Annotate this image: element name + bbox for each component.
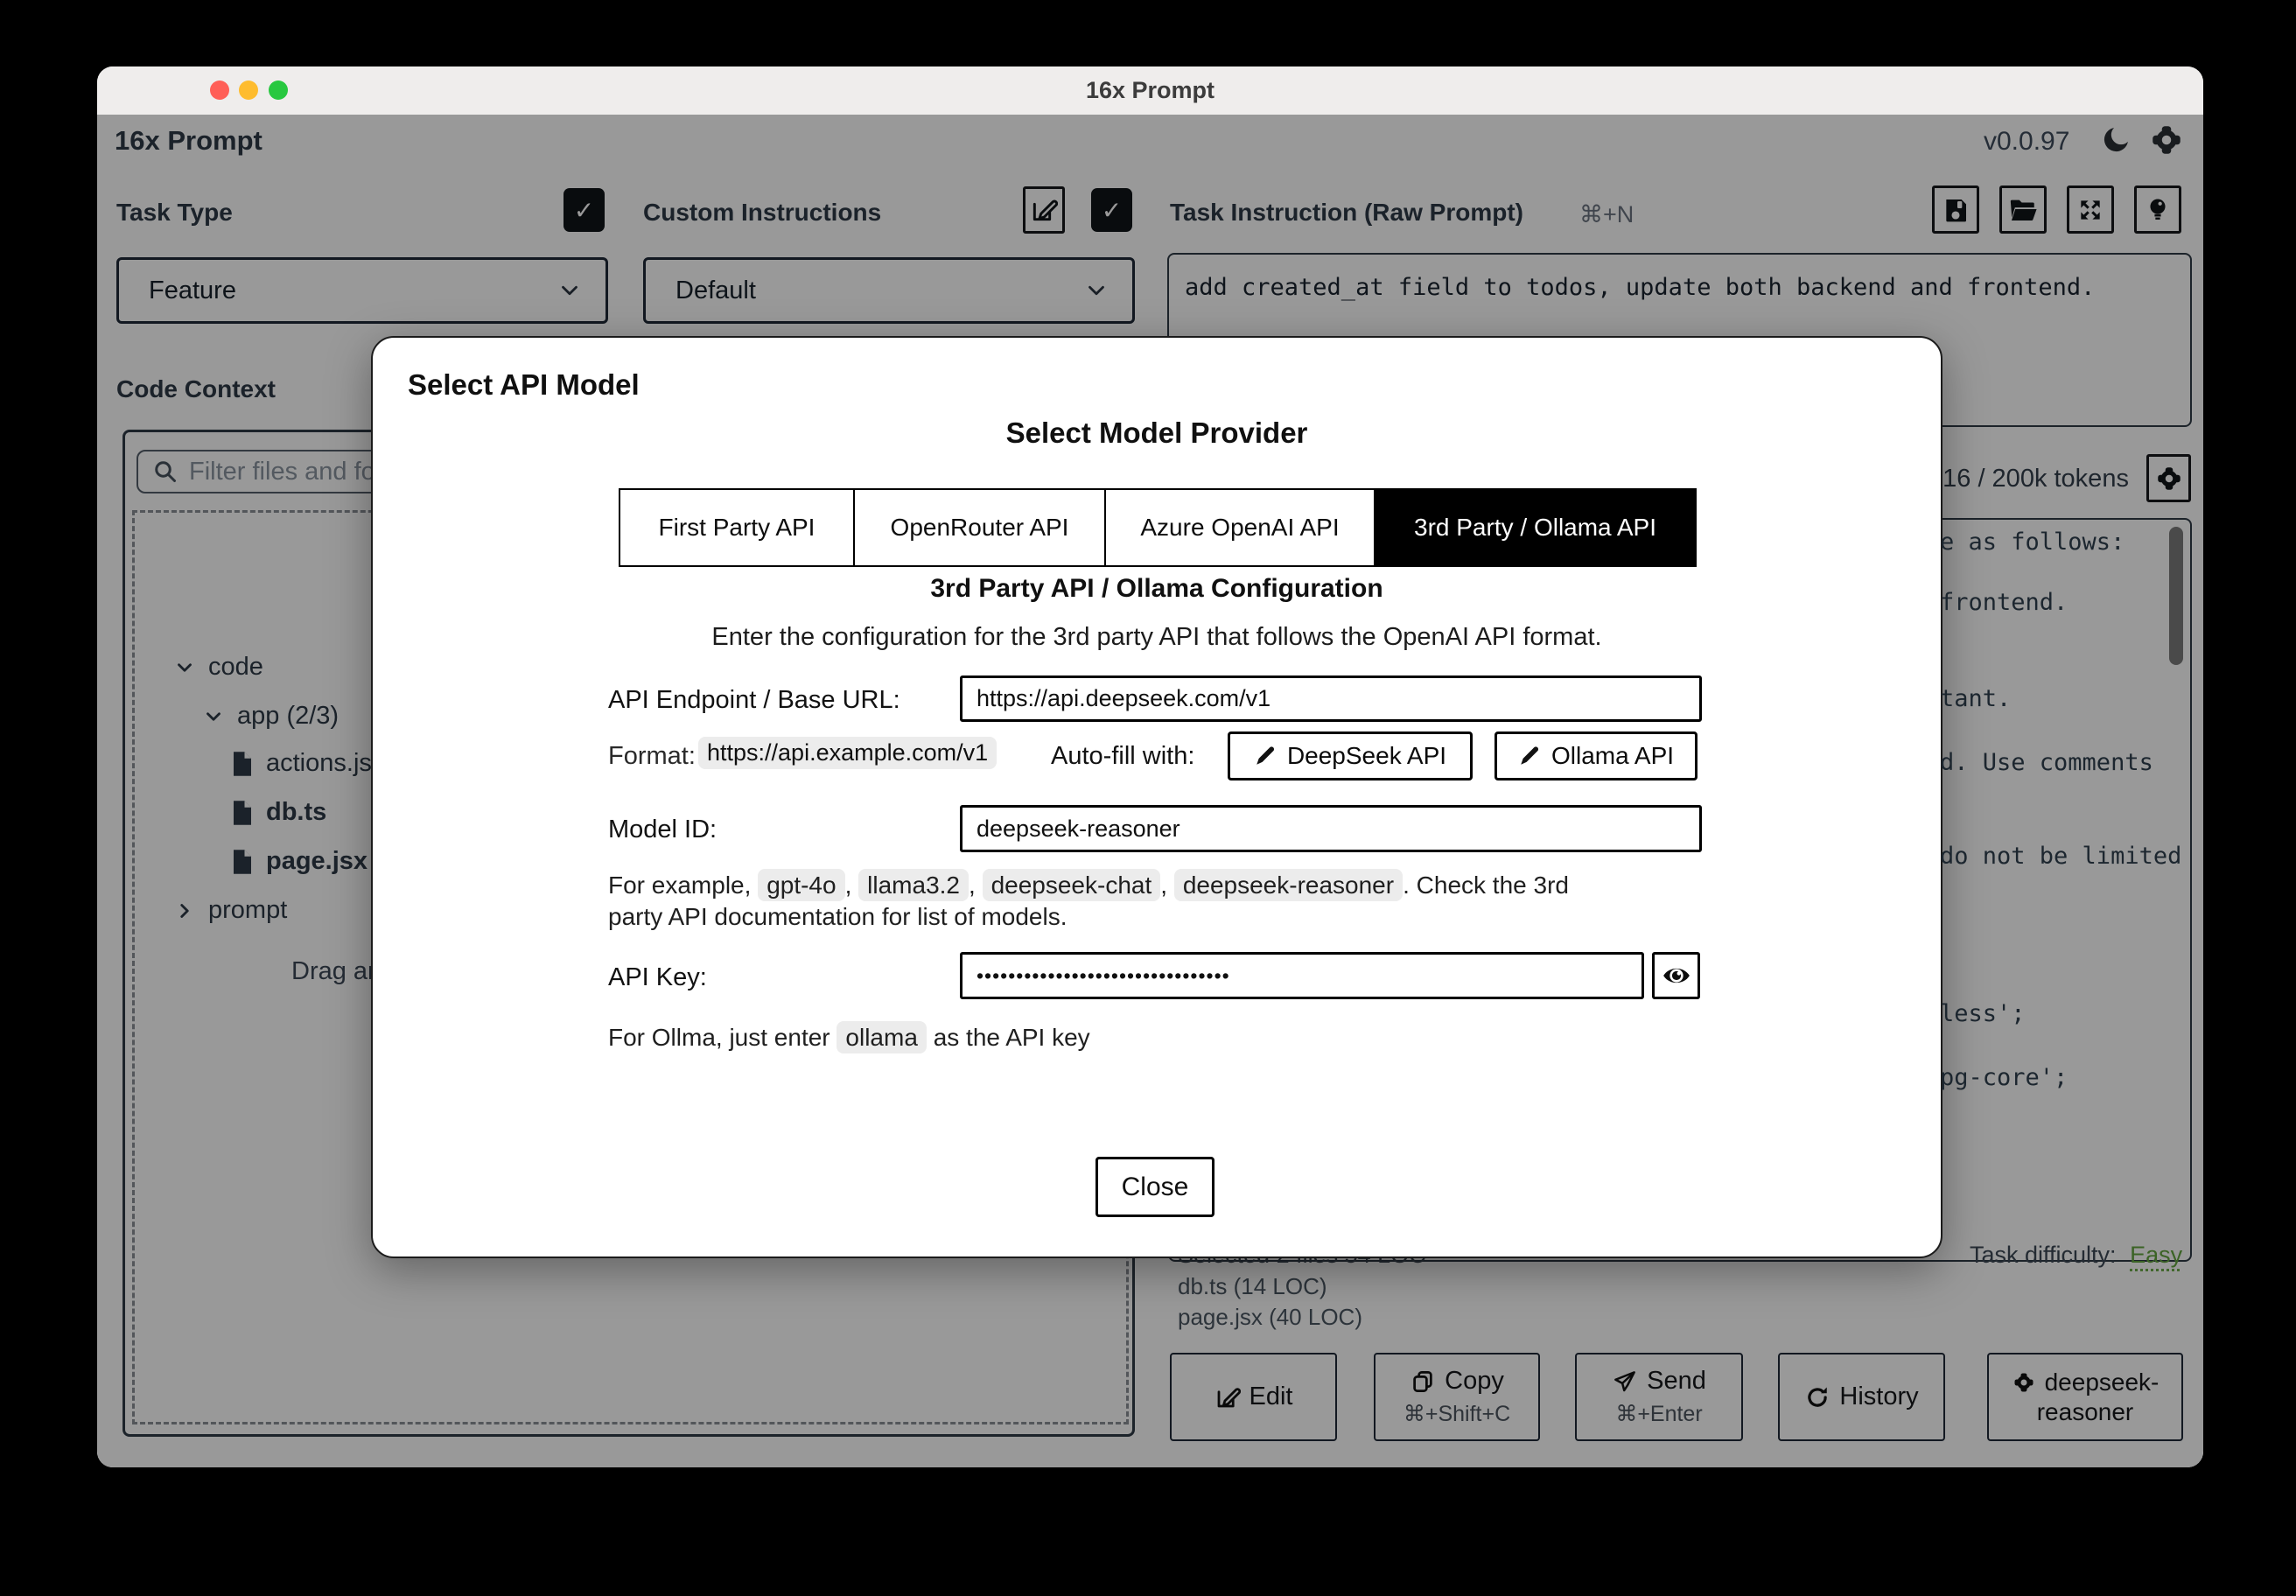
model-id-label: Model ID: — [608, 816, 718, 844]
tab-azure-openai-api[interactable]: Azure OpenAI API — [1104, 490, 1374, 565]
tab-openrouter-api[interactable]: OpenRouter API — [853, 490, 1104, 565]
api-key-input[interactable] — [960, 952, 1644, 999]
prompt-preview-line: tant. — [1940, 685, 2012, 712]
endpoint-label: API Endpoint / Base URL: — [608, 686, 900, 714]
close-dialog-button[interactable]: Close — [1096, 1157, 1214, 1217]
autofill-deepseek-label: DeepSeek API — [1286, 742, 1447, 769]
titlebar: 16x Prompt — [97, 66, 2203, 116]
prompt-preview-line: do not be limited — [1940, 843, 2182, 870]
app-window: 16x Prompt 16x Prompt v0.0.97 Task Type … — [97, 66, 2203, 1467]
endpoint-input[interactable] — [960, 676, 1702, 722]
ollama-note: For Ollma, just enter ollama as the API … — [608, 1021, 1090, 1054]
sep: , — [1160, 872, 1168, 899]
provider-heading: Select Model Provider — [1005, 416, 1308, 449]
format-example: https://api.example.com/v1 — [698, 737, 998, 769]
prompt-preview-line: less'; — [1940, 1000, 2026, 1027]
sep: , — [969, 872, 976, 899]
dialog-title: Select API Model — [408, 368, 640, 401]
format-label: Format: — [608, 742, 696, 770]
config-subtitle: Enter the configuration for the 3rd part… — [711, 623, 1602, 651]
model-id-help: For example, gpt-4o, llama3.2, deepseek-… — [608, 869, 1601, 933]
ollama-note-prefix: For Ollma, just enter — [608, 1024, 830, 1051]
pen-icon — [1518, 745, 1541, 767]
autofill-label: Auto-fill with: — [1051, 742, 1195, 770]
prompt-preview-line: frontend. — [1940, 589, 2068, 616]
model-id-input[interactable] — [960, 805, 1702, 852]
examples-prefix: For example, — [608, 872, 752, 899]
api-key-label: API Key: — [608, 963, 707, 991]
window-title: 16x Prompt — [1085, 77, 1215, 103]
autofill-deepseek-button[interactable]: DeepSeek API — [1228, 732, 1473, 780]
tab-3rd-party-ollama-api[interactable]: 3rd Party / Ollama API — [1374, 490, 1695, 565]
app-content: 16x Prompt v0.0.97 Task Type ✓ Feature C… — [97, 115, 2203, 1467]
provider-tabs: First Party API OpenRouter API Azure Ope… — [619, 488, 1697, 567]
autofill-ollama-button[interactable]: Ollama API — [1494, 732, 1698, 780]
ollama-chip: ollama — [836, 1021, 927, 1054]
prompt-preview-line: d. Use comments — [1940, 749, 2153, 776]
prompt-preview-line: e as follows: — [1940, 528, 2125, 556]
autofill-ollama-label: Ollama API — [1550, 742, 1675, 769]
sep: , — [844, 872, 852, 899]
config-heading: 3rd Party API / Ollama Configuration — [930, 574, 1383, 603]
pen-icon — [1254, 745, 1277, 767]
select-api-model-dialog: Select API Model Select Model Provider F… — [371, 336, 1942, 1258]
example-chip: deepseek-chat — [982, 869, 1161, 901]
reveal-api-key-button[interactable] — [1652, 952, 1700, 999]
ollama-note-suffix: as the API key — [933, 1024, 1090, 1051]
example-chip: gpt-4o — [758, 869, 845, 901]
eye-icon — [1662, 961, 1691, 990]
example-chip: llama3.2 — [858, 869, 969, 901]
prompt-preview-line: pg-core'; — [1940, 1064, 2068, 1091]
tab-first-party-api[interactable]: First Party API — [620, 490, 853, 565]
example-chip: deepseek-reasoner — [1173, 869, 1404, 901]
